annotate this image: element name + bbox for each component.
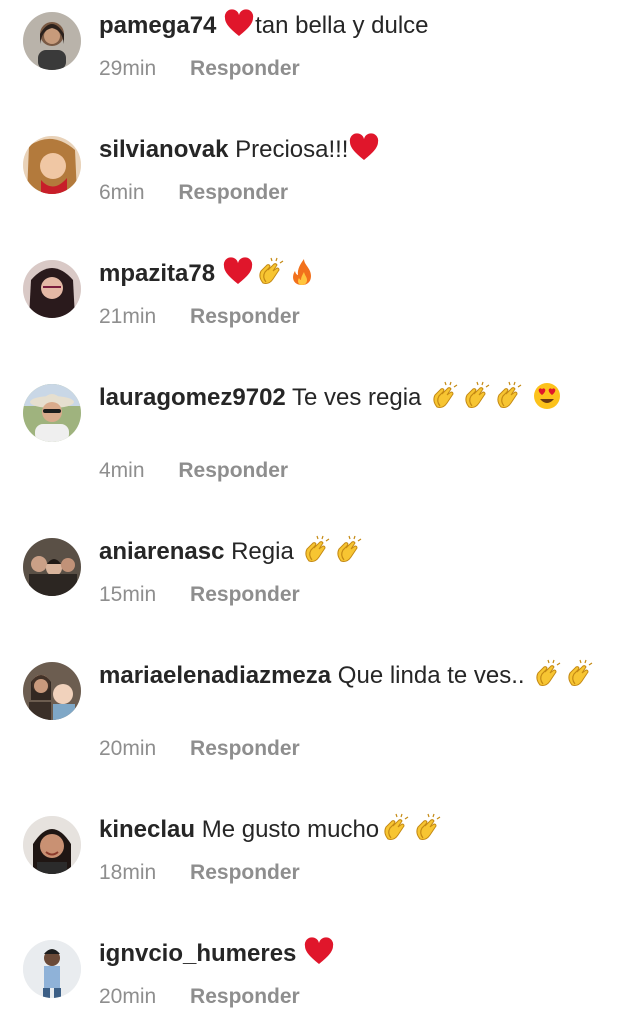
reply-button[interactable]: Responder xyxy=(190,737,300,761)
comment-time: 29min xyxy=(99,57,157,80)
reply-button[interactable]: Responder xyxy=(190,305,300,329)
comment-username[interactable]: lauragomez9702 xyxy=(99,384,286,411)
comment-text: aniarenasc Regia xyxy=(99,535,596,568)
avatar[interactable] xyxy=(23,384,81,442)
comment-time: 15min xyxy=(99,583,157,606)
comment-time: 20min xyxy=(99,985,157,1008)
comment-time: 21min xyxy=(99,305,157,328)
clapping-hands-icon xyxy=(461,381,491,411)
clapping-hands-icon xyxy=(532,659,562,689)
heart-eyes-icon xyxy=(532,381,562,411)
avatar[interactable] xyxy=(23,940,81,998)
avatar[interactable] xyxy=(23,136,81,194)
clapping-hands-icon xyxy=(429,381,459,411)
comment-username[interactable]: mariaelenadiazmeza xyxy=(99,662,331,689)
avatar[interactable] xyxy=(23,816,81,874)
clapping-hands-icon xyxy=(255,257,285,287)
avatar[interactable] xyxy=(23,260,81,318)
comment-username[interactable]: kineclau xyxy=(99,816,195,843)
comment-time: 20min xyxy=(99,737,157,760)
comment-body: Regia xyxy=(231,538,294,565)
reply-button[interactable]: Responder xyxy=(190,57,300,81)
avatar[interactable] xyxy=(23,538,81,596)
comment-text: ignvcio_humeres xyxy=(99,937,596,970)
fire-icon xyxy=(287,257,317,287)
avatar[interactable] xyxy=(23,662,81,720)
comment-text: kineclau Me gusto mucho xyxy=(99,813,596,846)
comment-body: tan bella y dulce xyxy=(255,12,429,39)
comment-meta: 20min Responder xyxy=(99,985,300,1009)
reply-button[interactable]: Responder xyxy=(190,861,300,885)
comment-meta: 15min Responder xyxy=(99,583,300,607)
comment-username[interactable]: aniarenasc xyxy=(99,538,224,565)
comment-meta: 18min Responder xyxy=(99,861,300,885)
comment-meta: 20min Responder xyxy=(99,737,300,761)
reply-button[interactable]: Responder xyxy=(190,583,300,607)
comment-body: Que linda te ves.. xyxy=(337,662,525,689)
clapping-hands-icon xyxy=(493,381,523,411)
clapping-hands-icon xyxy=(301,535,331,565)
comment-time: 4min xyxy=(99,459,145,482)
clapping-hands-icon xyxy=(333,535,363,565)
clapping-hands-icon xyxy=(412,813,442,843)
red-heart-icon xyxy=(223,257,253,287)
comment-body: Te ves regia xyxy=(292,384,422,411)
comment-text: lauragomez9702 Te ves regia xyxy=(99,381,596,414)
comment-time: 6min xyxy=(99,181,145,204)
comment-username[interactable]: mpazita78 xyxy=(99,260,215,287)
comment-meta: 4min Responder xyxy=(99,459,288,483)
comment-username[interactable]: ignvcio_humeres xyxy=(99,940,296,967)
comment-username[interactable]: pamega74 xyxy=(99,12,216,39)
comment-meta: 6min Responder xyxy=(99,181,288,205)
reply-button[interactable]: Responder xyxy=(178,459,288,483)
clapping-hands-icon xyxy=(564,659,594,689)
clapping-hands-icon xyxy=(380,813,410,843)
comment-text: pamega74 tan bella y dulce xyxy=(99,9,596,42)
comment-meta: 29min Responder xyxy=(99,57,300,81)
comment-meta: 21min Responder xyxy=(99,305,300,329)
comment-text: silvianovak Preciosa!!! xyxy=(99,133,596,166)
comment-username[interactable]: silvianovak xyxy=(99,136,228,163)
comment-body: Preciosa!!! xyxy=(235,136,349,163)
red-heart-icon xyxy=(349,133,379,163)
comment-time: 18min xyxy=(99,861,157,884)
comment-body: Me gusto mucho xyxy=(201,816,380,843)
red-heart-icon xyxy=(304,937,334,967)
reply-button[interactable]: Responder xyxy=(190,985,300,1009)
comment-text: mpazita78 xyxy=(99,257,596,290)
avatar[interactable] xyxy=(23,12,81,70)
red-heart-icon xyxy=(224,9,254,39)
comment-text: mariaelenadiazmeza Que linda te ves.. xyxy=(99,659,596,692)
reply-button[interactable]: Responder xyxy=(178,181,288,205)
